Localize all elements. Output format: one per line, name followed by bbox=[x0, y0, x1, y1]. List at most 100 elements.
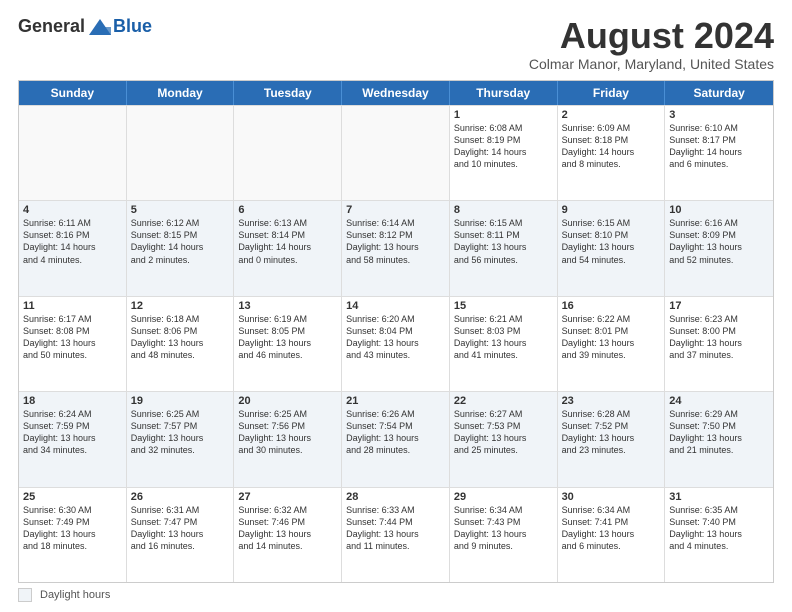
header-day-tuesday: Tuesday bbox=[234, 81, 342, 105]
day-info: Sunrise: 6:15 AMSunset: 8:10 PMDaylight:… bbox=[562, 217, 661, 266]
day-cell-14: 14Sunrise: 6:20 AMSunset: 8:04 PMDayligh… bbox=[342, 297, 450, 391]
day-info: Sunrise: 6:16 AMSunset: 8:09 PMDaylight:… bbox=[669, 217, 769, 266]
day-number: 6 bbox=[238, 204, 337, 216]
calendar-row-3: 18Sunrise: 6:24 AMSunset: 7:59 PMDayligh… bbox=[19, 391, 773, 486]
day-cell-21: 21Sunrise: 6:26 AMSunset: 7:54 PMDayligh… bbox=[342, 392, 450, 486]
day-info: Sunrise: 6:11 AMSunset: 8:16 PMDaylight:… bbox=[23, 217, 122, 266]
month-title: August 2024 bbox=[529, 16, 774, 56]
calendar-row-2: 11Sunrise: 6:17 AMSunset: 8:08 PMDayligh… bbox=[19, 296, 773, 391]
day-info: Sunrise: 6:25 AMSunset: 7:56 PMDaylight:… bbox=[238, 408, 337, 457]
day-cell-3: 3Sunrise: 6:10 AMSunset: 8:17 PMDaylight… bbox=[665, 106, 773, 200]
day-info: Sunrise: 6:18 AMSunset: 8:06 PMDaylight:… bbox=[131, 313, 230, 362]
day-number: 22 bbox=[454, 395, 553, 407]
day-info: Sunrise: 6:24 AMSunset: 7:59 PMDaylight:… bbox=[23, 408, 122, 457]
day-info: Sunrise: 6:10 AMSunset: 8:17 PMDaylight:… bbox=[669, 122, 769, 171]
day-info: Sunrise: 6:35 AMSunset: 7:40 PMDaylight:… bbox=[669, 504, 769, 553]
subtitle: Colmar Manor, Maryland, United States bbox=[529, 56, 774, 72]
header-day-friday: Friday bbox=[558, 81, 666, 105]
day-number: 20 bbox=[238, 395, 337, 407]
day-number: 25 bbox=[23, 491, 122, 503]
day-info: Sunrise: 6:19 AMSunset: 8:05 PMDaylight:… bbox=[238, 313, 337, 362]
day-number: 29 bbox=[454, 491, 553, 503]
day-info: Sunrise: 6:30 AMSunset: 7:49 PMDaylight:… bbox=[23, 504, 122, 553]
header-day-sunday: Sunday bbox=[19, 81, 127, 105]
day-number: 1 bbox=[454, 109, 553, 121]
day-info: Sunrise: 6:34 AMSunset: 7:41 PMDaylight:… bbox=[562, 504, 661, 553]
day-cell-1: 1Sunrise: 6:08 AMSunset: 8:19 PMDaylight… bbox=[450, 106, 558, 200]
day-info: Sunrise: 6:25 AMSunset: 7:57 PMDaylight:… bbox=[131, 408, 230, 457]
empty-cell bbox=[234, 106, 342, 200]
day-number: 16 bbox=[562, 300, 661, 312]
day-info: Sunrise: 6:20 AMSunset: 8:04 PMDaylight:… bbox=[346, 313, 445, 362]
day-info: Sunrise: 6:32 AMSunset: 7:46 PMDaylight:… bbox=[238, 504, 337, 553]
calendar-row-4: 25Sunrise: 6:30 AMSunset: 7:49 PMDayligh… bbox=[19, 487, 773, 582]
day-number: 28 bbox=[346, 491, 445, 503]
day-cell-27: 27Sunrise: 6:32 AMSunset: 7:46 PMDayligh… bbox=[234, 488, 342, 582]
calendar-row-0: 1Sunrise: 6:08 AMSunset: 8:19 PMDaylight… bbox=[19, 105, 773, 200]
day-info: Sunrise: 6:14 AMSunset: 8:12 PMDaylight:… bbox=[346, 217, 445, 266]
day-number: 15 bbox=[454, 300, 553, 312]
day-info: Sunrise: 6:31 AMSunset: 7:47 PMDaylight:… bbox=[131, 504, 230, 553]
day-info: Sunrise: 6:09 AMSunset: 8:18 PMDaylight:… bbox=[562, 122, 661, 171]
day-cell-22: 22Sunrise: 6:27 AMSunset: 7:53 PMDayligh… bbox=[450, 392, 558, 486]
logo-icon bbox=[89, 19, 111, 35]
day-cell-31: 31Sunrise: 6:35 AMSunset: 7:40 PMDayligh… bbox=[665, 488, 773, 582]
day-cell-2: 2Sunrise: 6:09 AMSunset: 8:18 PMDaylight… bbox=[558, 106, 666, 200]
day-number: 18 bbox=[23, 395, 122, 407]
day-number: 26 bbox=[131, 491, 230, 503]
day-number: 11 bbox=[23, 300, 122, 312]
calendar-body: 1Sunrise: 6:08 AMSunset: 8:19 PMDaylight… bbox=[19, 105, 773, 582]
day-number: 5 bbox=[131, 204, 230, 216]
legend-box bbox=[18, 588, 32, 602]
day-info: Sunrise: 6:29 AMSunset: 7:50 PMDaylight:… bbox=[669, 408, 769, 457]
day-info: Sunrise: 6:27 AMSunset: 7:53 PMDaylight:… bbox=[454, 408, 553, 457]
day-cell-16: 16Sunrise: 6:22 AMSunset: 8:01 PMDayligh… bbox=[558, 297, 666, 391]
empty-cell bbox=[19, 106, 127, 200]
day-info: Sunrise: 6:15 AMSunset: 8:11 PMDaylight:… bbox=[454, 217, 553, 266]
calendar-header: SundayMondayTuesdayWednesdayThursdayFrid… bbox=[19, 81, 773, 105]
day-number: 19 bbox=[131, 395, 230, 407]
empty-cell bbox=[127, 106, 235, 200]
logo: General Blue bbox=[18, 16, 152, 37]
day-cell-29: 29Sunrise: 6:34 AMSunset: 7:43 PMDayligh… bbox=[450, 488, 558, 582]
day-cell-15: 15Sunrise: 6:21 AMSunset: 8:03 PMDayligh… bbox=[450, 297, 558, 391]
day-number: 31 bbox=[669, 491, 769, 503]
day-cell-19: 19Sunrise: 6:25 AMSunset: 7:57 PMDayligh… bbox=[127, 392, 235, 486]
legend: Daylight hours bbox=[18, 588, 774, 602]
day-number: 8 bbox=[454, 204, 553, 216]
day-cell-30: 30Sunrise: 6:34 AMSunset: 7:41 PMDayligh… bbox=[558, 488, 666, 582]
day-cell-13: 13Sunrise: 6:19 AMSunset: 8:05 PMDayligh… bbox=[234, 297, 342, 391]
day-cell-25: 25Sunrise: 6:30 AMSunset: 7:49 PMDayligh… bbox=[19, 488, 127, 582]
header-day-wednesday: Wednesday bbox=[342, 81, 450, 105]
day-info: Sunrise: 6:12 AMSunset: 8:15 PMDaylight:… bbox=[131, 217, 230, 266]
day-cell-26: 26Sunrise: 6:31 AMSunset: 7:47 PMDayligh… bbox=[127, 488, 235, 582]
header-day-saturday: Saturday bbox=[665, 81, 773, 105]
day-info: Sunrise: 6:21 AMSunset: 8:03 PMDaylight:… bbox=[454, 313, 553, 362]
day-cell-23: 23Sunrise: 6:28 AMSunset: 7:52 PMDayligh… bbox=[558, 392, 666, 486]
day-number: 27 bbox=[238, 491, 337, 503]
day-cell-7: 7Sunrise: 6:14 AMSunset: 8:12 PMDaylight… bbox=[342, 201, 450, 295]
day-info: Sunrise: 6:23 AMSunset: 8:00 PMDaylight:… bbox=[669, 313, 769, 362]
logo-general: General bbox=[18, 16, 85, 37]
day-info: Sunrise: 6:33 AMSunset: 7:44 PMDaylight:… bbox=[346, 504, 445, 553]
day-number: 2 bbox=[562, 109, 661, 121]
day-cell-10: 10Sunrise: 6:16 AMSunset: 8:09 PMDayligh… bbox=[665, 201, 773, 295]
day-cell-24: 24Sunrise: 6:29 AMSunset: 7:50 PMDayligh… bbox=[665, 392, 773, 486]
day-info: Sunrise: 6:08 AMSunset: 8:19 PMDaylight:… bbox=[454, 122, 553, 171]
day-cell-4: 4Sunrise: 6:11 AMSunset: 8:16 PMDaylight… bbox=[19, 201, 127, 295]
day-cell-12: 12Sunrise: 6:18 AMSunset: 8:06 PMDayligh… bbox=[127, 297, 235, 391]
day-cell-18: 18Sunrise: 6:24 AMSunset: 7:59 PMDayligh… bbox=[19, 392, 127, 486]
day-info: Sunrise: 6:26 AMSunset: 7:54 PMDaylight:… bbox=[346, 408, 445, 457]
day-info: Sunrise: 6:34 AMSunset: 7:43 PMDaylight:… bbox=[454, 504, 553, 553]
day-info: Sunrise: 6:13 AMSunset: 8:14 PMDaylight:… bbox=[238, 217, 337, 266]
empty-cell bbox=[342, 106, 450, 200]
calendar: SundayMondayTuesdayWednesdayThursdayFrid… bbox=[18, 80, 774, 583]
legend-label: Daylight hours bbox=[40, 589, 110, 601]
day-number: 24 bbox=[669, 395, 769, 407]
day-number: 9 bbox=[562, 204, 661, 216]
day-number: 30 bbox=[562, 491, 661, 503]
day-cell-5: 5Sunrise: 6:12 AMSunset: 8:15 PMDaylight… bbox=[127, 201, 235, 295]
day-number: 10 bbox=[669, 204, 769, 216]
logo-blue: Blue bbox=[113, 16, 152, 37]
day-number: 21 bbox=[346, 395, 445, 407]
